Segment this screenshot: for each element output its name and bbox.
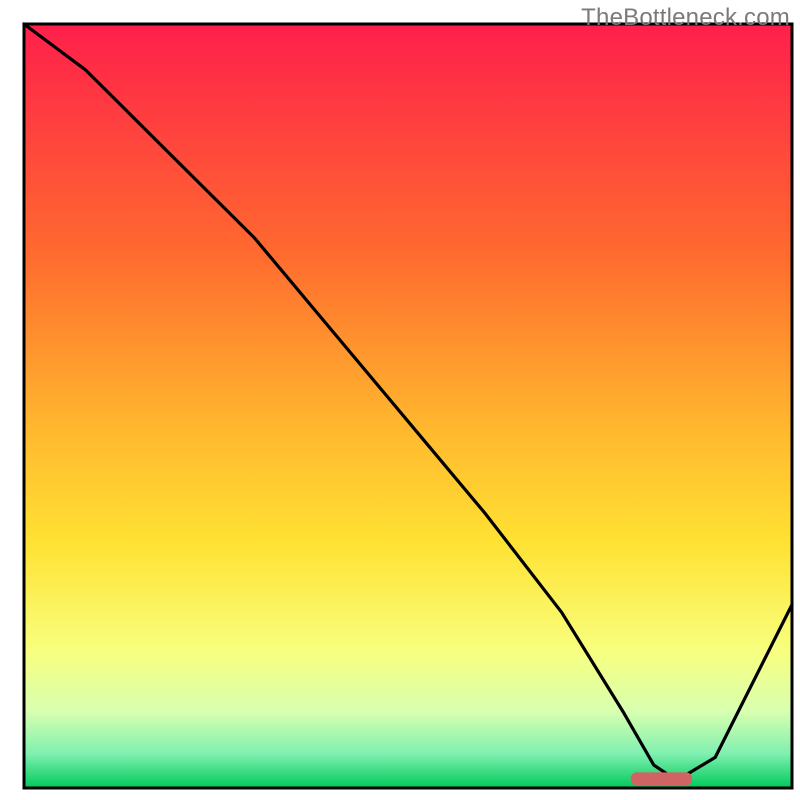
bottleneck-chart <box>0 0 800 800</box>
watermark-text: TheBottleneck.com <box>581 4 790 32</box>
chart-background <box>24 24 792 788</box>
optimal-range-marker <box>631 772 692 785</box>
